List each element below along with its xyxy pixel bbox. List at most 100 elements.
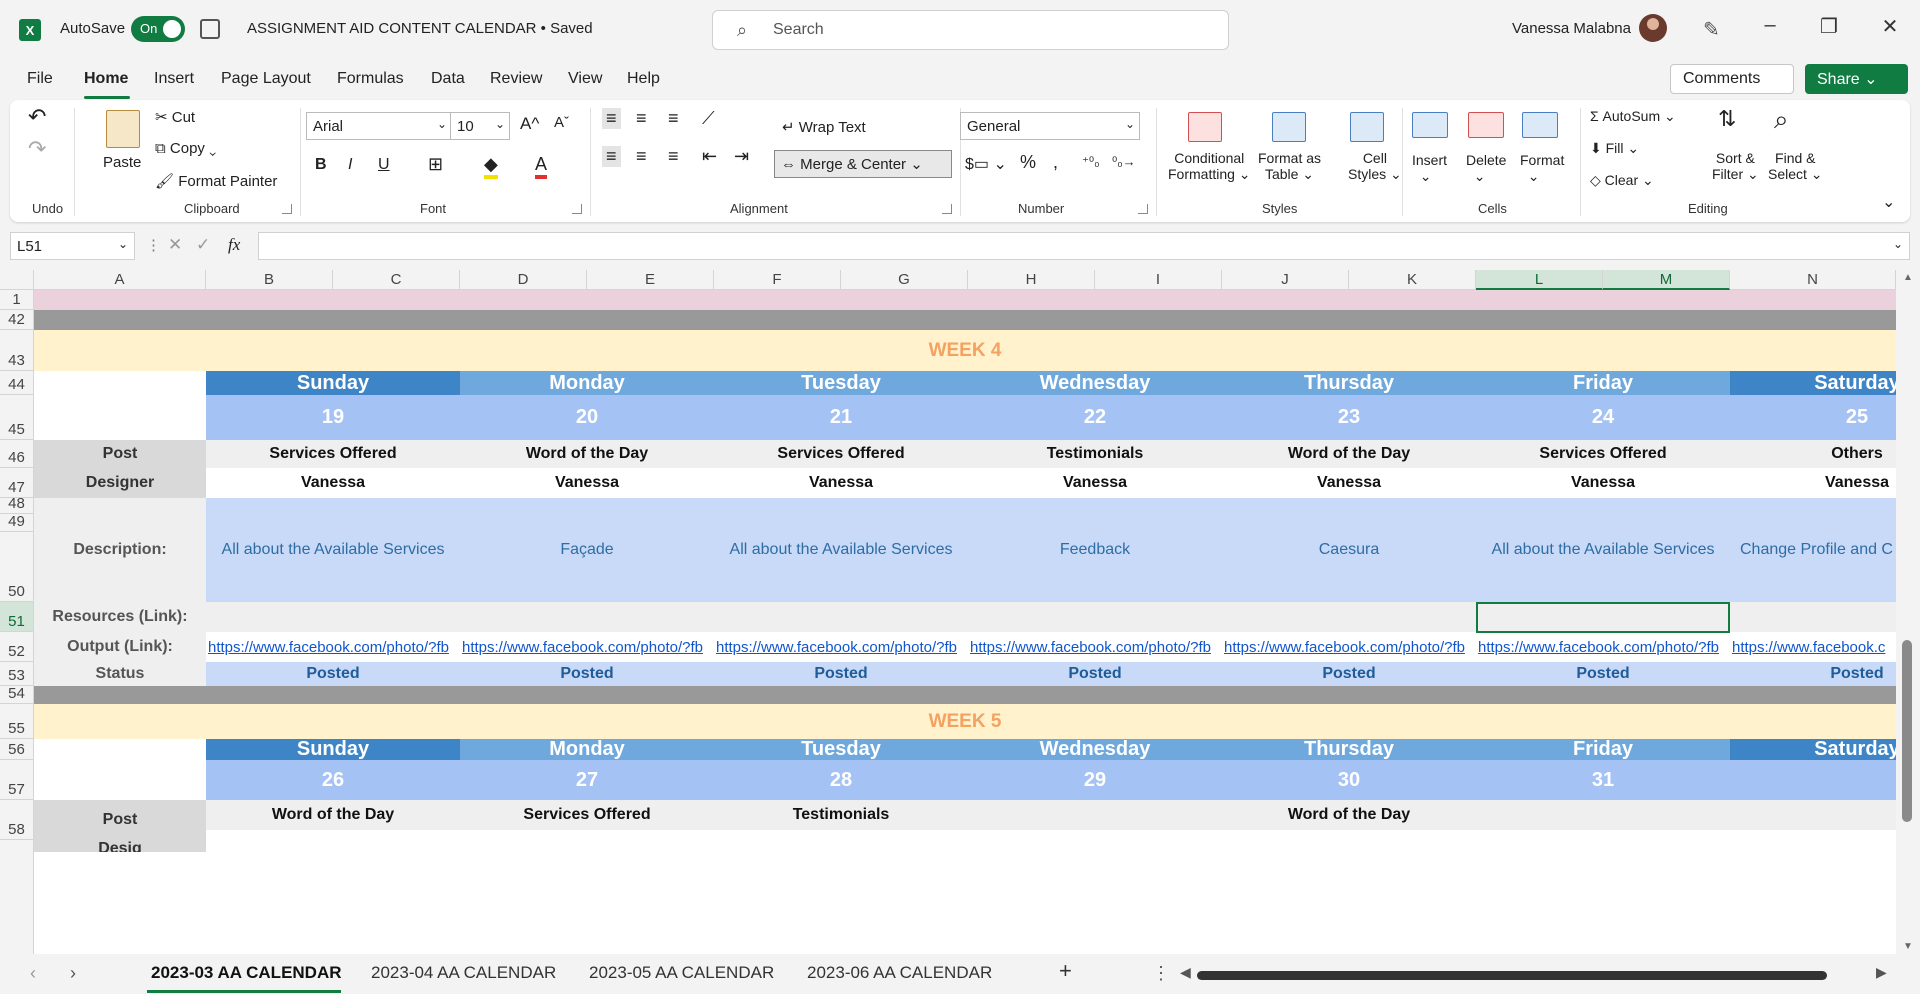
decrease-font-icon[interactable]: Aˇ: [554, 114, 569, 131]
font-size-combo[interactable]: 10 ⌄: [450, 112, 510, 140]
row-header-56[interactable]: 56: [0, 739, 34, 760]
tab-help[interactable]: Help: [627, 70, 660, 88]
col-header-n[interactable]: N: [1730, 270, 1896, 290]
more-options-icon[interactable]: ⋮: [146, 236, 161, 254]
w4-description-cell[interactable]: All about the Available Services: [1476, 498, 1730, 602]
w4-post-cell[interactable]: Services Offered: [1476, 440, 1730, 468]
bold-button[interactable]: B: [315, 156, 327, 174]
col-header-k[interactable]: K: [1349, 270, 1476, 290]
font-color-icon[interactable]: A: [535, 154, 548, 179]
tab-data[interactable]: Data: [431, 70, 465, 88]
align-right-icon[interactable]: ≡: [668, 146, 679, 167]
comments-button[interactable]: Comments: [1670, 64, 1794, 94]
col-header-f[interactable]: F: [714, 270, 841, 290]
col-header-l[interactable]: L: [1476, 270, 1603, 290]
paste-button[interactable]: Paste: [103, 154, 141, 171]
save-icon[interactable]: [200, 19, 220, 39]
number-format-combo[interactable]: General ⌄: [960, 112, 1140, 140]
format-cells-icon[interactable]: [1522, 112, 1558, 138]
sort-filter-icon[interactable]: ⇅: [1718, 106, 1736, 132]
col-header-d[interactable]: D: [460, 270, 587, 290]
row-header-1[interactable]: 1: [0, 290, 34, 310]
col-header-m[interactable]: M: [1603, 270, 1730, 290]
col-header-g[interactable]: G: [841, 270, 968, 290]
w5-post-cell[interactable]: Services Offered: [460, 800, 714, 830]
paste-icon[interactable]: [106, 110, 140, 148]
row-header-54[interactable]: 54: [0, 685, 34, 704]
conditional-formatting-button[interactable]: Conditional Formatting ⌄: [1168, 150, 1251, 183]
worksheet-grid[interactable]: A B C D E F G H I J K L M N 1 42 43 44 4…: [0, 270, 1920, 954]
clear-button[interactable]: ◇ Clear ⌄: [1590, 172, 1654, 189]
row-header-49[interactable]: 49: [0, 513, 34, 532]
col-header-i[interactable]: I: [1095, 270, 1222, 290]
w4-post-cell[interactable]: Others: [1730, 440, 1920, 468]
scroll-right-icon[interactable]: ▶: [1876, 964, 1887, 981]
next-sheet-icon[interactable]: ›: [70, 963, 76, 984]
autosave-toggle[interactable]: On: [131, 16, 185, 42]
tab-view[interactable]: View: [568, 70, 602, 88]
w5-post-cell[interactable]: Word of the Day: [206, 800, 460, 830]
w4-output-link[interactable]: https://www.facebook.com/photo/?fb: [970, 632, 1222, 662]
w4-post-cell[interactable]: Testimonials: [968, 440, 1222, 468]
vertical-scrollbar[interactable]: ▲ ▼: [1896, 270, 1920, 954]
cut-button[interactable]: ✂ Cut: [155, 108, 195, 126]
row-header-44[interactable]: 44: [0, 371, 34, 395]
find-select-icon[interactable]: ⌕: [1774, 104, 1789, 136]
w4-designer-cell[interactable]: Vanessa: [460, 468, 714, 498]
close-icon[interactable]: ✕: [1875, 14, 1905, 39]
w4-output-link[interactable]: https://www.facebook.com/photo/?fb: [716, 632, 968, 662]
number-launcher-icon[interactable]: [1138, 204, 1148, 214]
col-header-h[interactable]: H: [968, 270, 1095, 290]
user-name[interactable]: Vanessa Malabna: [1512, 20, 1631, 37]
scroll-left-icon[interactable]: ◀: [1180, 964, 1191, 981]
format-button[interactable]: Format ⌄: [1520, 152, 1564, 185]
search-box[interactable]: ⌕ Search: [712, 10, 1229, 50]
row-header-45[interactable]: 45: [0, 395, 34, 440]
col-header-a[interactable]: A: [34, 270, 206, 290]
row-header-52[interactable]: 52: [0, 632, 34, 662]
w4-description-cell[interactable]: Façade: [460, 498, 714, 602]
clipboard-launcher-icon[interactable]: [282, 204, 292, 214]
merge-center-button[interactable]: ⇔ Merge & Center ⌄: [774, 150, 952, 178]
sheet-tab-2023-06[interactable]: 2023-06 AA CALENDAR: [807, 963, 992, 983]
row-header-55[interactable]: 55: [0, 704, 34, 739]
w4-status-cell[interactable]: Posted: [1476, 662, 1730, 686]
align-left-icon[interactable]: ≡: [602, 146, 621, 167]
add-sheet-button[interactable]: +: [1059, 958, 1072, 984]
w4-designer-cell[interactable]: Vanessa: [1222, 468, 1476, 498]
row-header-58[interactable]: 58: [0, 800, 34, 840]
conditional-formatting-icon[interactable]: [1188, 112, 1222, 142]
w4-output-link[interactable]: https://www.facebook.com/photo/?fb: [462, 632, 714, 662]
fill-button[interactable]: ⬇ Fill ⌄: [1590, 140, 1639, 157]
align-center-icon[interactable]: ≡: [636, 146, 647, 167]
fill-color-icon[interactable]: ◆: [484, 154, 498, 179]
font-launcher-icon[interactable]: [572, 204, 582, 214]
w4-description-cell[interactable]: Caesura: [1222, 498, 1476, 602]
alignment-launcher-icon[interactable]: [942, 204, 952, 214]
w4-designer-cell[interactable]: Vanessa: [206, 468, 460, 498]
select-all-corner[interactable]: [0, 270, 34, 290]
horizontal-scroll-thumb[interactable]: [1197, 971, 1827, 980]
w4-designer-cell[interactable]: Vanessa: [968, 468, 1222, 498]
row-header-48[interactable]: 48: [0, 495, 34, 514]
w4-output-link[interactable]: https://www.facebook.c: [1732, 632, 1896, 662]
w4-designer-cell[interactable]: Vanessa: [1730, 468, 1920, 498]
row-header-46[interactable]: 46: [0, 440, 34, 468]
tab-insert[interactable]: Insert: [154, 70, 194, 88]
align-top-icon[interactable]: ≡: [602, 108, 621, 129]
w4-description-cell[interactable]: Feedback: [968, 498, 1222, 602]
format-painter-button[interactable]: 🖌 Format Painter: [155, 172, 277, 190]
accounting-format-icon[interactable]: $▭ ⌄: [965, 154, 1007, 174]
vertical-scroll-thumb[interactable]: [1902, 640, 1912, 822]
active-cell-l51[interactable]: [1476, 602, 1730, 633]
insert-cells-icon[interactable]: [1412, 112, 1448, 138]
scroll-up-icon[interactable]: ▲: [1903, 272, 1913, 283]
delete-button[interactable]: Delete ⌄: [1466, 152, 1506, 185]
w4-post-cell[interactable]: Word of the Day: [460, 440, 714, 468]
align-bottom-icon[interactable]: ≡: [668, 108, 679, 129]
minimize-icon[interactable]: –: [1755, 14, 1785, 37]
format-as-table-button[interactable]: Format as Table ⌄: [1258, 150, 1321, 183]
w4-status-cell[interactable]: Posted: [1730, 662, 1920, 686]
share-button[interactable]: Share ⌄: [1805, 64, 1908, 94]
collapse-ribbon-icon[interactable]: ⌄: [1882, 192, 1895, 212]
